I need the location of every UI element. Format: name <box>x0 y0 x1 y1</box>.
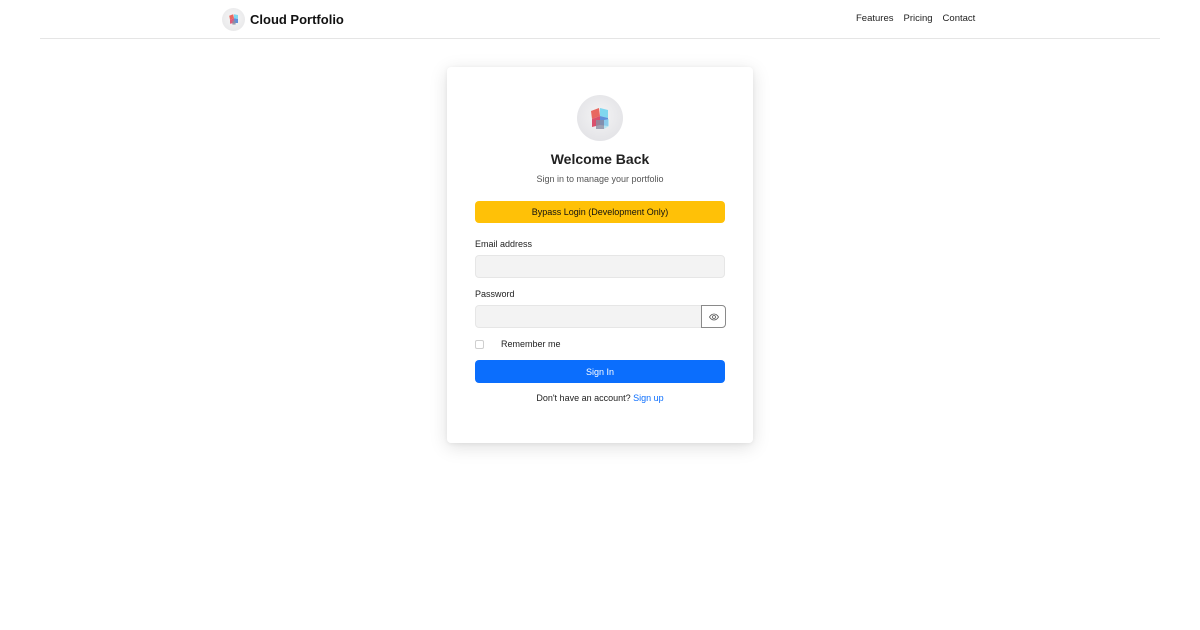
login-title: Welcome Back <box>550 151 650 167</box>
brand-name: Cloud Portfolio <box>250 11 344 27</box>
email-label: Email address <box>475 239 533 249</box>
brand[interactable]: Cloud Portfolio <box>222 7 344 31</box>
eye-icon <box>708 308 719 326</box>
nav-contact[interactable]: Contact <box>943 13 976 24</box>
bypass-login-button[interactable]: Bypass Login (Development Only) <box>475 201 725 223</box>
login-card: Welcome Back Sign in to manage your port… <box>447 67 753 443</box>
password-label: Password <box>475 289 515 299</box>
cube-logo-icon <box>222 7 245 31</box>
login-subtitle: Sign in to manage your portfolio <box>536 174 664 184</box>
navbar: Cloud Portfolio Features Pricing Contact <box>40 0 1160 39</box>
nav-pricing[interactable]: Pricing <box>904 13 933 24</box>
nav-links: Features Pricing Contact <box>856 13 975 24</box>
signup-prompt: Don't have an account? <box>536 393 631 403</box>
cube-logo-icon <box>577 95 623 141</box>
signup-row: Don't have an account? Sign up <box>447 393 753 403</box>
password-toggle-button[interactable] <box>701 305 726 328</box>
nav-features[interactable]: Features <box>856 13 894 24</box>
password-field[interactable] <box>475 305 702 328</box>
email-field[interactable] <box>475 255 725 278</box>
remember-me-checkbox[interactable] <box>475 339 484 349</box>
remember-me-label[interactable]: Remember me <box>501 339 561 349</box>
sign-in-button[interactable]: Sign In <box>475 360 725 383</box>
remember-me: Remember me <box>475 338 561 350</box>
sign-up-link[interactable]: Sign up <box>633 393 664 403</box>
